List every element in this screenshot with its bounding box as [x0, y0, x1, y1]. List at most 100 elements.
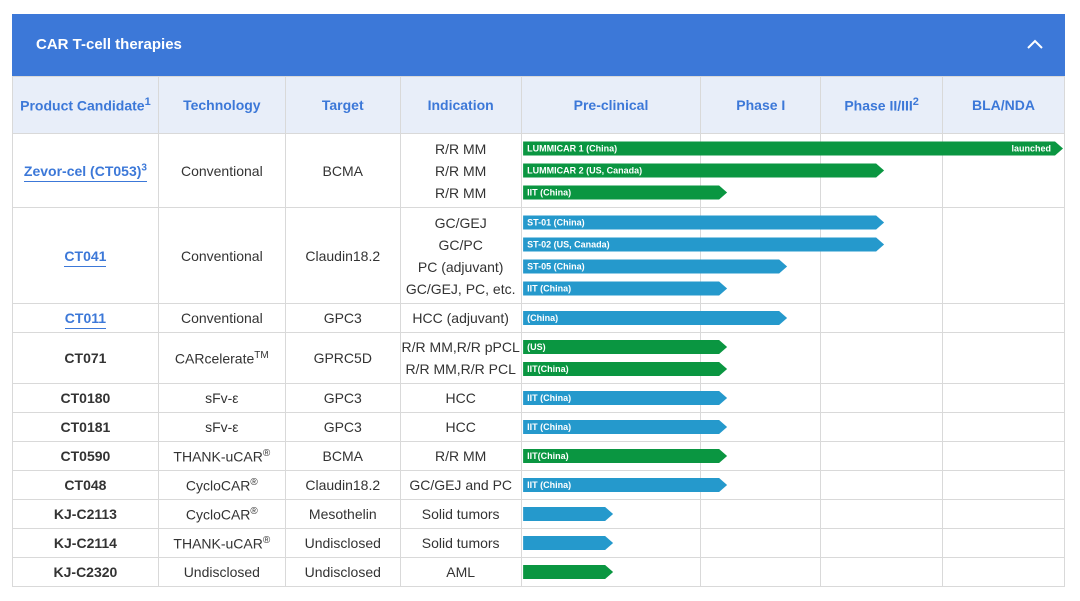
product-cell: CT0181 [12, 412, 159, 442]
phase-cell [820, 412, 944, 442]
technology-cell: THANK-uCAR® [157, 528, 286, 558]
phase-cell [942, 412, 1065, 442]
phase-cell [700, 303, 822, 333]
phase-cell [942, 499, 1065, 529]
column-header-label: Phase I [736, 97, 786, 113]
table-row: CT011 Conventional GPC3 HCC (adjuvant) [12, 303, 1065, 333]
target-cell: GPRC5D [284, 332, 401, 384]
technology-label: CARcelerate [174, 350, 255, 367]
target-cell: BCMA [284, 133, 401, 208]
footnote-marker: 1 [144, 96, 151, 109]
target-cell: Mesothelin [284, 499, 401, 529]
technology-cell: Conventional [157, 133, 286, 208]
column-header: Pre-clinical [520, 76, 702, 134]
phase-cell [700, 499, 822, 529]
product-cell: CT041 [12, 207, 159, 304]
technology-cell: Conventional [157, 207, 286, 304]
product-name: CT071 [64, 350, 107, 366]
indication-label: R/R MM [435, 162, 487, 179]
phase-cell [820, 528, 944, 558]
indication-label: GC/GEJ and PC [409, 477, 513, 493]
column-header-label: Target [321, 97, 364, 113]
car-t-panel: CAR T-cell therapies Product Candidate1 T… [12, 14, 1065, 587]
table-row: CT0181 sFv-ε GPC3 HCC [12, 412, 1065, 442]
indication-label: GC/GEJ, PC, etc. [405, 280, 516, 297]
table-row: KJ-C2114 THANK-uCAR® Undisclosed Solid tumo… [12, 528, 1065, 558]
technology-label: Conventional [180, 310, 263, 326]
technology-cell: sFv-ε [157, 412, 286, 442]
indication-cell: R/R MM R/R MM R/R MM [399, 133, 522, 208]
column-header: Phase II/III2 [820, 76, 944, 134]
column-header-label: Technology [183, 97, 261, 113]
indication-cell: GC/GEJ GC/PC PC (adjuvant) GC/GEJ, PC, etc. [399, 207, 522, 304]
table-row: CT048 CycloCAR® Claudin18.2 GC/GEJ and PC [12, 470, 1065, 500]
phase-cell [700, 528, 822, 558]
table-row: CT0180 sFv-ε GPC3 HCC [12, 383, 1065, 413]
product-link[interactable]: CT011 [64, 310, 107, 329]
phase-cell [520, 133, 702, 208]
column-header-label: Phase II/III [844, 97, 913, 114]
phase-cell [942, 207, 1065, 304]
product-name: KJ-C2320 [53, 564, 118, 580]
phase-cell [520, 441, 702, 471]
table-row: KJ-C2320 Undisclosed Undisclosed AML [12, 557, 1065, 587]
phase-cell [520, 412, 702, 442]
indication-cell: HCC (adjuvant) [399, 303, 522, 333]
product-cell: Zevor-cel (CT053)3 [12, 133, 159, 208]
target-cell: GPC3 [284, 303, 401, 333]
trademark-marker: ® [250, 505, 258, 517]
target-cell: GPC3 [284, 383, 401, 413]
column-header: Product Candidate1 [12, 76, 159, 134]
phase-cell [820, 383, 944, 413]
phase-cell [820, 499, 944, 529]
product-name: CT0180 [60, 390, 111, 406]
phase-cell [700, 207, 822, 304]
indication-cell: Solid tumors [399, 528, 522, 558]
column-header: Indication [399, 76, 522, 134]
phase-cell [942, 383, 1065, 413]
trademark-marker: ® [262, 534, 271, 546]
indication-label: HCC [445, 419, 476, 435]
phase-cell [820, 441, 944, 471]
technology-label: THANK-uCAR [173, 448, 263, 465]
indication-cell: R/R MM [399, 441, 522, 471]
target-cell: Undisclosed [284, 528, 401, 558]
indication-label: R/R MM,R/R PCL [405, 361, 516, 377]
technology-cell: THANK-uCAR® [157, 441, 286, 471]
trademark-marker: TM [254, 349, 269, 361]
indication-cell: Solid tumors [399, 499, 522, 529]
technology-label: Undisclosed [183, 564, 260, 580]
product-cell: CT071 [12, 332, 159, 384]
phase-cell [520, 528, 702, 558]
indication-label: HCC [445, 390, 476, 406]
phase-cell [820, 303, 944, 333]
product-name: KJ-C2113 [53, 506, 117, 522]
panel-header[interactable]: CAR T-cell therapies [12, 14, 1065, 76]
product-link[interactable]: CT041 [64, 247, 107, 267]
panel-title: CAR T-cell therapies [36, 36, 182, 53]
trademark-marker: ® [262, 447, 271, 459]
column-header-label: Product Candidate [20, 97, 145, 114]
technology-cell: CycloCAR® [157, 499, 286, 529]
technology-label: CycloCAR [185, 506, 251, 523]
phase-cell [700, 441, 822, 471]
column-header: Phase I [700, 76, 822, 134]
phase-cell [700, 133, 822, 208]
phase-cell [942, 133, 1065, 208]
technology-label: THANK-uCAR [173, 535, 263, 552]
product-cell: CT0590 [12, 441, 159, 471]
product-link[interactable]: Zevor-cel (CT053)3 [23, 162, 147, 182]
table-row: KJ-C2113 CycloCAR® Mesothelin Solid tumors [12, 499, 1065, 529]
chevron-up-icon[interactable] [1027, 38, 1043, 50]
target-cell: BCMA [284, 441, 401, 471]
phase-cell [942, 303, 1065, 333]
product-name: CT048 [64, 477, 107, 493]
indication-label: HCC (adjuvant) [412, 310, 509, 326]
product-cell: CT0180 [12, 383, 159, 413]
technology-cell: CycloCAR® [157, 470, 286, 500]
product-cell: KJ-C2320 [12, 557, 159, 587]
technology-cell: CARcelerateTM [157, 332, 286, 384]
target-cell: Claudin18.2 [284, 470, 401, 500]
indication-cell: GC/GEJ and PC [399, 470, 522, 500]
table-row: CT0590 THANK-uCAR® BCMA R/R MM [12, 441, 1065, 471]
